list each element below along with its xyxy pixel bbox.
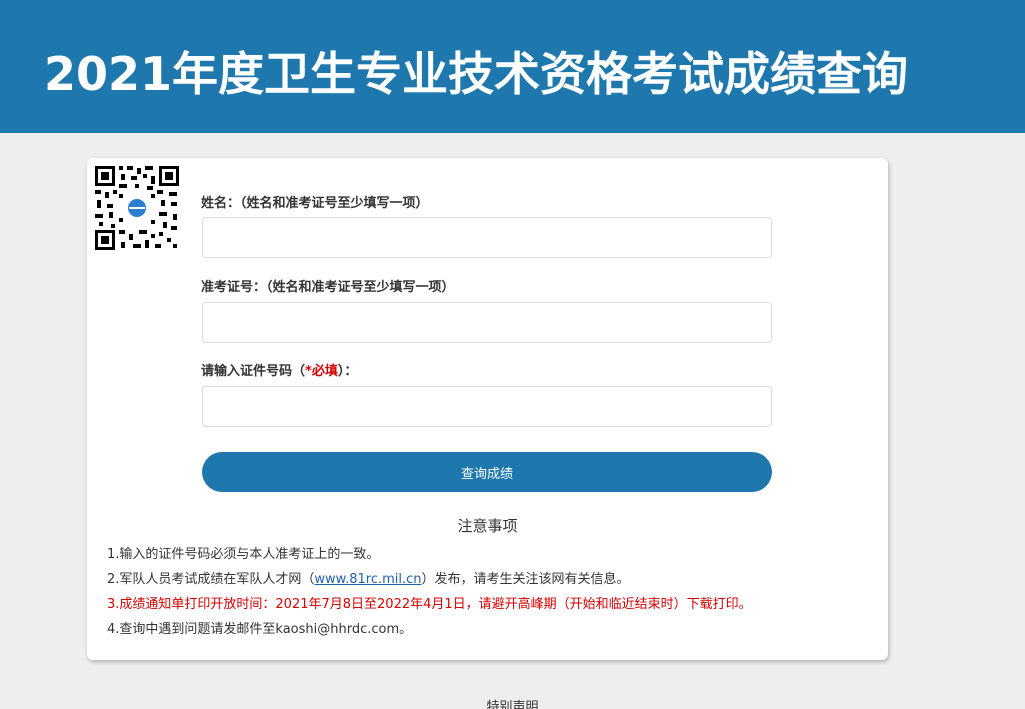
- id-number-label: 请输入证件号码（*必填）：: [201, 360, 357, 379]
- ticket-number-input[interactable]: [202, 302, 772, 343]
- query-card: 姓名：（姓名和准考证号至少填写一项） 准考证号：（姓名和准考证号至少填写一项） …: [87, 158, 888, 660]
- required-marker: *必填: [305, 364, 338, 379]
- id-label-suffix: ）：: [337, 364, 358, 379]
- notes-title: 注意事项: [457, 517, 518, 535]
- name-label: 姓名：（姓名和准考证号至少填写一项）: [201, 196, 429, 211]
- note-item-2-suffix: ）发布，请考生关注该网有关信息。: [421, 572, 630, 587]
- note-item-3: 3.成绩通知单打印开放时间：2021年7月8日至2022年4月1日，请避开高峰期…: [107, 597, 752, 612]
- ticket-number-label: 准考证号：（姓名和准考证号至少填写一项）: [201, 280, 455, 295]
- id-number-input[interactable]: [202, 386, 772, 427]
- name-input[interactable]: [202, 217, 772, 258]
- note-item-4: 4.查询中遇到问题请发邮件至kaoshi@hhrdc.com。: [107, 622, 413, 637]
- note-item-2: 2.军队人员考试成绩在军队人才网（www.81rc.mil.cn）发布，请考生关…: [107, 568, 630, 587]
- note-item-1: 1.输入的证件号码必须与本人准考证上的一致。: [107, 547, 380, 562]
- special-statement-title: 特别声明: [486, 700, 539, 709]
- query-score-button[interactable]: 查询成绩: [202, 452, 772, 492]
- qr-code-icon: [93, 164, 181, 252]
- note-item-2-prefix: 2.军队人员考试成绩在军队人才网（: [107, 572, 315, 587]
- id-label-prefix: 请输入证件号码（: [201, 364, 306, 379]
- page-title: 2021年度卫生专业技术资格考试成绩查询: [44, 47, 909, 101]
- page-header: 2021年度卫生专业技术资格考试成绩查询: [0, 0, 1025, 133]
- military-talent-link[interactable]: www.81rc.mil.cn: [314, 572, 421, 587]
